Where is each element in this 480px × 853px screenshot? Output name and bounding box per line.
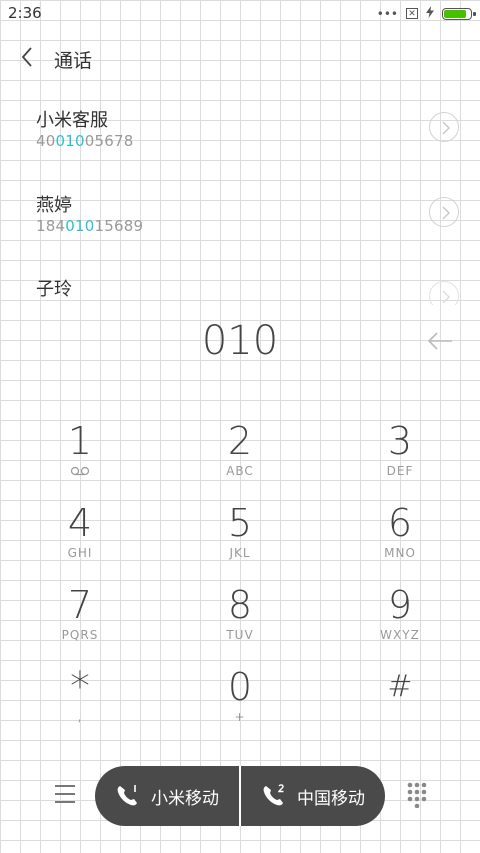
key-1[interactable]: 1 (0, 420, 160, 502)
contact-name: 小米客服 (36, 110, 108, 131)
menu-icon[interactable] (52, 782, 78, 806)
contact-name: 燕婷 (36, 195, 72, 216)
sim-x-icon: ✕ (406, 8, 418, 19)
voicemail-icon (70, 466, 90, 476)
status-bar: 2:36 ••• ✕ (0, 0, 480, 28)
back-icon[interactable] (18, 44, 38, 70)
notification-dots: ••• (376, 6, 398, 21)
result-item[interactable]: 子玲 (0, 275, 480, 305)
key-4[interactable]: 4 GHI (0, 502, 160, 584)
key-2[interactable]: 2 ABC (160, 420, 320, 502)
key-8[interactable]: 8 TUV (160, 584, 320, 666)
sim1-label: 小米移动 (151, 788, 219, 809)
call-sim1-button[interactable]: 小米移动 (95, 766, 239, 826)
sim2-label: 中国移动 (297, 788, 365, 809)
key-star[interactable]: * , (0, 666, 160, 748)
result-item[interactable]: 小米客服 4001005678 (0, 106, 480, 186)
dialed-number: 010 (201, 318, 279, 364)
phone-sim2-icon (261, 783, 287, 809)
key-0[interactable]: 0 + (160, 666, 320, 748)
status-time: 2:36 (8, 4, 42, 22)
status-icons: ••• ✕ (376, 6, 476, 21)
header: 通话 (0, 36, 480, 80)
key-7[interactable]: 7 PQRS (0, 584, 160, 666)
battery-icon (442, 7, 476, 20)
contact-number: 4001005678 (36, 132, 134, 150)
contact-number: 18401015689 (36, 217, 144, 235)
backspace-icon[interactable] (424, 327, 456, 355)
bolt-icon (426, 6, 434, 21)
phone-sim1-icon (115, 783, 141, 809)
page-title: 通话 (54, 50, 93, 72)
contact-detail-button[interactable] (429, 112, 459, 142)
key-6[interactable]: 6 MNO (320, 502, 480, 584)
contact-name: 子玲 (36, 279, 72, 300)
key-9[interactable]: 9 WXYZ (320, 584, 480, 666)
call-bar: 小米移动 中国移动 (95, 766, 385, 826)
key-3[interactable]: 3 DEF (320, 420, 480, 502)
result-item[interactable]: 燕婷 18401015689 (0, 191, 480, 271)
call-sim2-button[interactable]: 中国移动 (241, 766, 385, 826)
dialpad-icon[interactable] (406, 782, 432, 809)
contact-detail-button[interactable] (429, 197, 459, 227)
key-hash[interactable]: # (320, 666, 480, 748)
contact-detail-button[interactable] (429, 281, 459, 305)
key-5[interactable]: 5 JKL (160, 502, 320, 584)
